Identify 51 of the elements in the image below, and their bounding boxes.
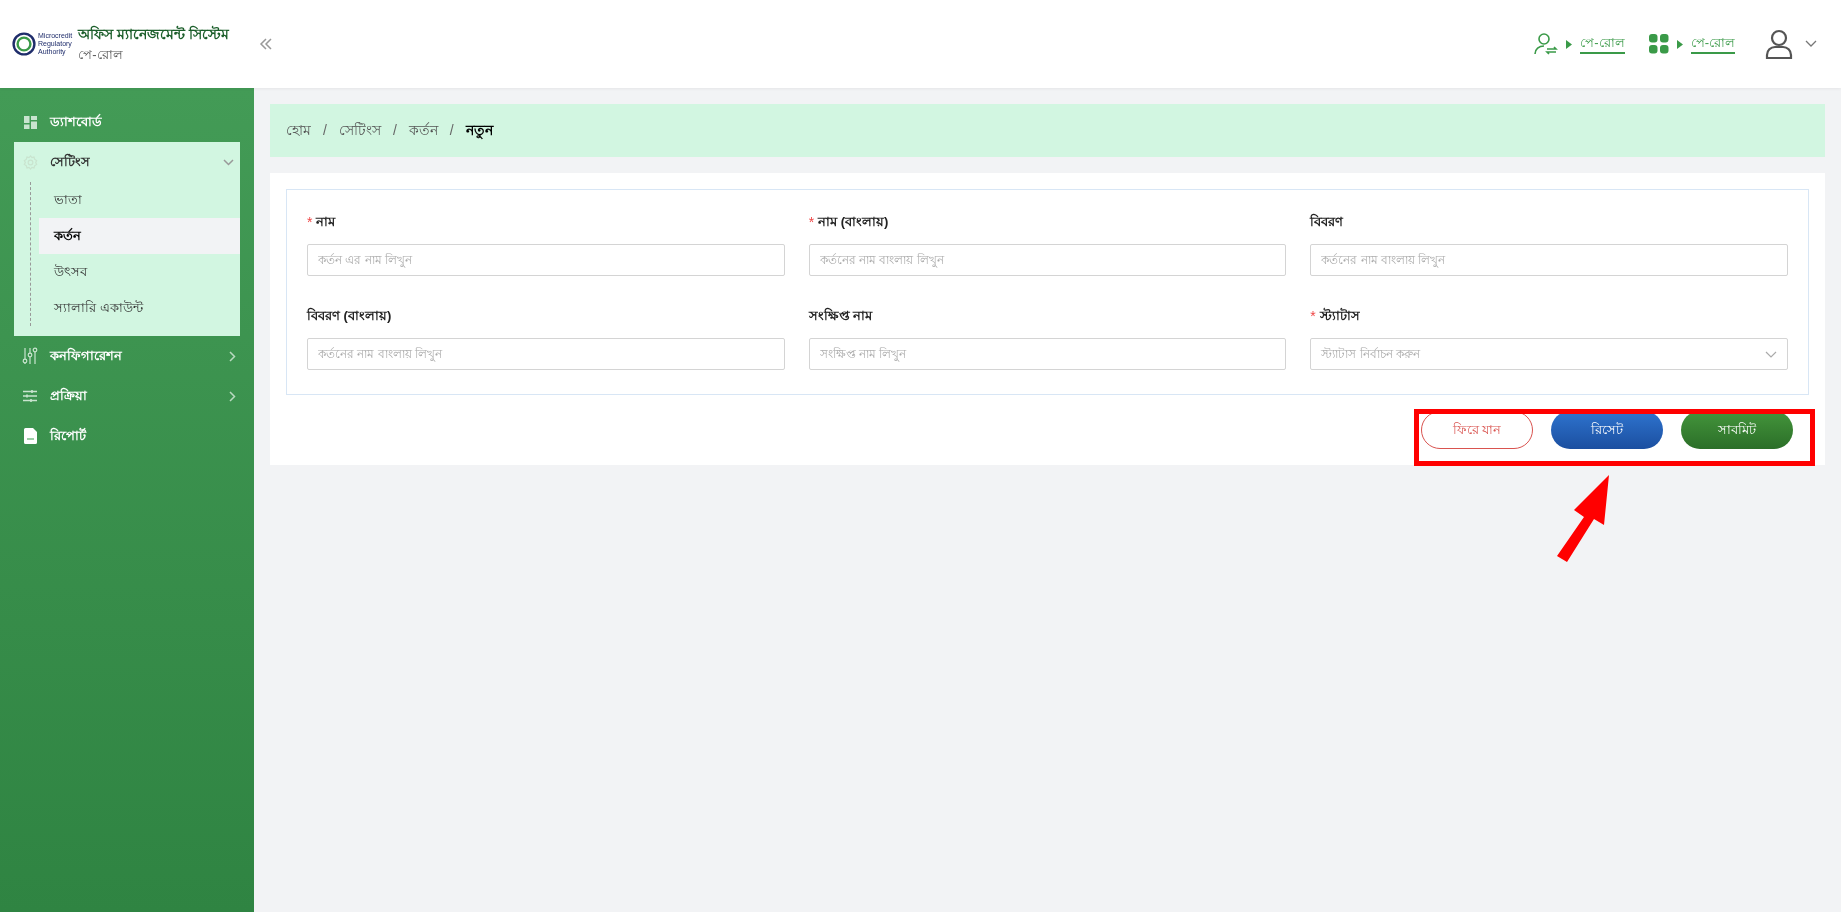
play-icon xyxy=(1676,39,1683,49)
field-label: নাম (বাংলায়) xyxy=(818,213,889,232)
user-switch-icon[interactable] xyxy=(1534,32,1559,56)
sliders-icon xyxy=(22,347,38,365)
collapse-icon[interactable] xyxy=(259,38,273,50)
apps-grid-icon[interactable] xyxy=(1648,34,1669,54)
submenu-item[interactable]: কর্তন xyxy=(39,218,240,254)
chevron-down-icon xyxy=(1765,350,1777,358)
document-icon xyxy=(22,428,38,444)
app-title: অফিস ম্যানেজমেন্ট সিস্টেম xyxy=(78,24,229,44)
text-input[interactable]: সংক্ষিপ্ত নাম লিখুন xyxy=(808,338,1287,370)
chevron-right-icon[interactable] xyxy=(229,390,236,402)
required-asterisk: * xyxy=(307,212,313,232)
breadcrumb-separator: / xyxy=(392,121,397,140)
field-label: নাম xyxy=(316,213,336,232)
field-label: বিবরণ (বাংলায়) xyxy=(307,306,392,326)
chevron-down-icon[interactable] xyxy=(223,158,234,166)
sidebar-item[interactable]: ড্যাশবোর্ড xyxy=(50,112,236,132)
breadcrumb-separator: / xyxy=(449,121,454,140)
sidebar-item[interactable]: রিপোর্ট xyxy=(50,426,236,446)
required-asterisk: * xyxy=(808,212,815,232)
submenu-item[interactable]: ভাতা xyxy=(39,182,240,218)
breadcrumb-link[interactable]: নতুন xyxy=(465,120,493,141)
dropdown-placeholder: স্ট্যাটাস নির্বাচন করুন xyxy=(1321,346,1422,363)
sliders-horizontal-icon xyxy=(22,390,38,402)
submenu-item[interactable]: উৎসব xyxy=(39,254,240,290)
text-input[interactable]: কর্তন এর নাম লিখুন xyxy=(307,244,785,276)
text-input[interactable]: কর্তনের নাম বাংলায় লিখুন xyxy=(808,244,1287,276)
user-avatar-icon[interactable] xyxy=(1765,29,1793,59)
app-subtitle: পে-রোল xyxy=(78,45,124,64)
text-input[interactable]: কর্তনের নাম বাংলায় লিখুন xyxy=(1310,244,1788,276)
dashboard-icon xyxy=(22,115,38,129)
chevron-right-icon[interactable] xyxy=(229,350,236,362)
field-label: সংক্ষিপ্ত নাম xyxy=(808,306,873,326)
sidebar-item[interactable]: প্রক্রিয়া xyxy=(50,386,217,406)
chevron-down-icon[interactable] xyxy=(1805,40,1817,48)
text-input[interactable]: কর্তনের নাম বাংলায় লিখুন xyxy=(307,338,785,370)
field-label: স্ট্যাটাস xyxy=(1319,306,1360,326)
breadcrumb-separator: / xyxy=(323,121,327,140)
sidebar-item[interactable]: কনফিগারেশন xyxy=(50,346,217,366)
shortcut-link[interactable]: পে-রোল xyxy=(1690,34,1735,54)
breadcrumb-link[interactable]: হোম xyxy=(286,120,311,141)
play-icon xyxy=(1566,39,1573,49)
breadcrumb-link[interactable]: সেটিংস xyxy=(338,120,381,141)
submenu-item[interactable]: স্যালারি একাউন্ট xyxy=(39,290,240,326)
sidebar-item[interactable]: সেটিংস xyxy=(50,152,211,172)
breadcrumb-link[interactable]: কর্তন xyxy=(408,120,438,141)
field-label: বিবরণ xyxy=(1310,212,1344,232)
shortcut-link[interactable]: পে-রোল xyxy=(1580,34,1625,54)
logo-rings-icon xyxy=(12,32,36,56)
required-asterisk: * xyxy=(1310,306,1316,326)
